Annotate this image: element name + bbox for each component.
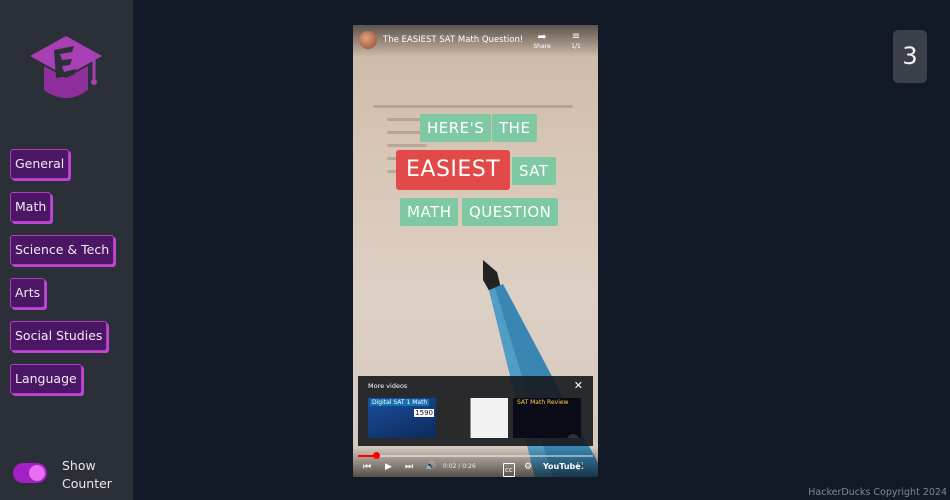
more-videos-panel: More videos ✕ Digital SAT 1 Math 1590 SA… [358,376,593,446]
toggle-knob [29,465,45,481]
overlay-word: THE [492,114,538,142]
next-icon[interactable]: ⏭ [405,461,413,473]
playlist-icon: ≡ [571,31,581,42]
sidebar: General Math Science & Tech Arts Social … [0,0,133,500]
gear-icon[interactable]: ⚙ [524,461,532,473]
question-counter: 3 [893,30,927,83]
progress-bar[interactable] [358,452,593,459]
previous-icon[interactable]: ⏮ [363,461,371,473]
copyright-text: HackerDucks Copyright 2024 [808,487,947,498]
thumbnail-title: Digital SAT 1 Math [370,399,430,406]
show-counter-label: Show Counter [62,458,112,491]
overlay-word: MATH [400,198,459,226]
chevron-right-icon[interactable]: › [567,434,579,438]
overlay-word: SAT [512,157,556,185]
category-math-button[interactable]: Math [10,192,52,222]
more-videos-title: More videos [368,382,408,390]
overlay-word: QUESTION [462,198,559,226]
youtube-logo[interactable]: YouTube [543,462,581,471]
category-arts-button[interactable]: Arts [10,278,46,308]
thumbnail-title: SAT Math Review [517,399,569,406]
overlay-word-highlight: EASIEST [396,150,511,190]
share-label: Share [533,43,551,50]
category-science-tech-button[interactable]: Science & Tech [10,235,115,265]
channel-avatar[interactable] [359,31,377,49]
captions-icon[interactable]: cc [503,463,515,477]
category-language-button[interactable]: Language [10,364,82,394]
share-icon: ➦ [537,30,547,43]
close-icon[interactable]: ✕ [574,379,583,392]
video-thumbnail[interactable] [440,398,508,438]
share-button[interactable]: ➦ Share [531,30,553,51]
time-display: 0:02 / 0:26 [443,463,476,470]
category-general-button[interactable]: General [10,149,70,179]
overlay-word: HERE'S [420,114,492,142]
volume-icon[interactable]: 🔊 [425,461,436,473]
progress-handle[interactable] [373,452,381,459]
category-social-studies-button[interactable]: Social Studies [10,321,108,351]
playlist-count: 1/1 [571,43,581,50]
video-controls: ⏮ ▶ ⏭ 🔊 0:02 / 0:26 cc ⚙ YouTube ⛶ [353,447,598,477]
video-thumbnail[interactable]: SAT Math Review › [513,398,581,438]
video-player[interactable]: HERE'S THE EASIEST SAT MATH QUESTION The… [353,25,598,477]
thumbnail-score: 1590 [414,409,434,417]
video-thumbnail[interactable]: Digital SAT 1 Math 1590 [368,398,436,438]
show-counter-toggle[interactable] [13,463,47,483]
video-title[interactable]: The EASIEST SAT Math Question! [383,35,523,45]
fullscreen-icon[interactable]: ⛶ [577,461,583,473]
play-icon[interactable]: ▶ [385,461,392,473]
graduation-cap-logo [30,36,102,98]
playlist-button[interactable]: ≡ 1/1 [565,31,587,50]
